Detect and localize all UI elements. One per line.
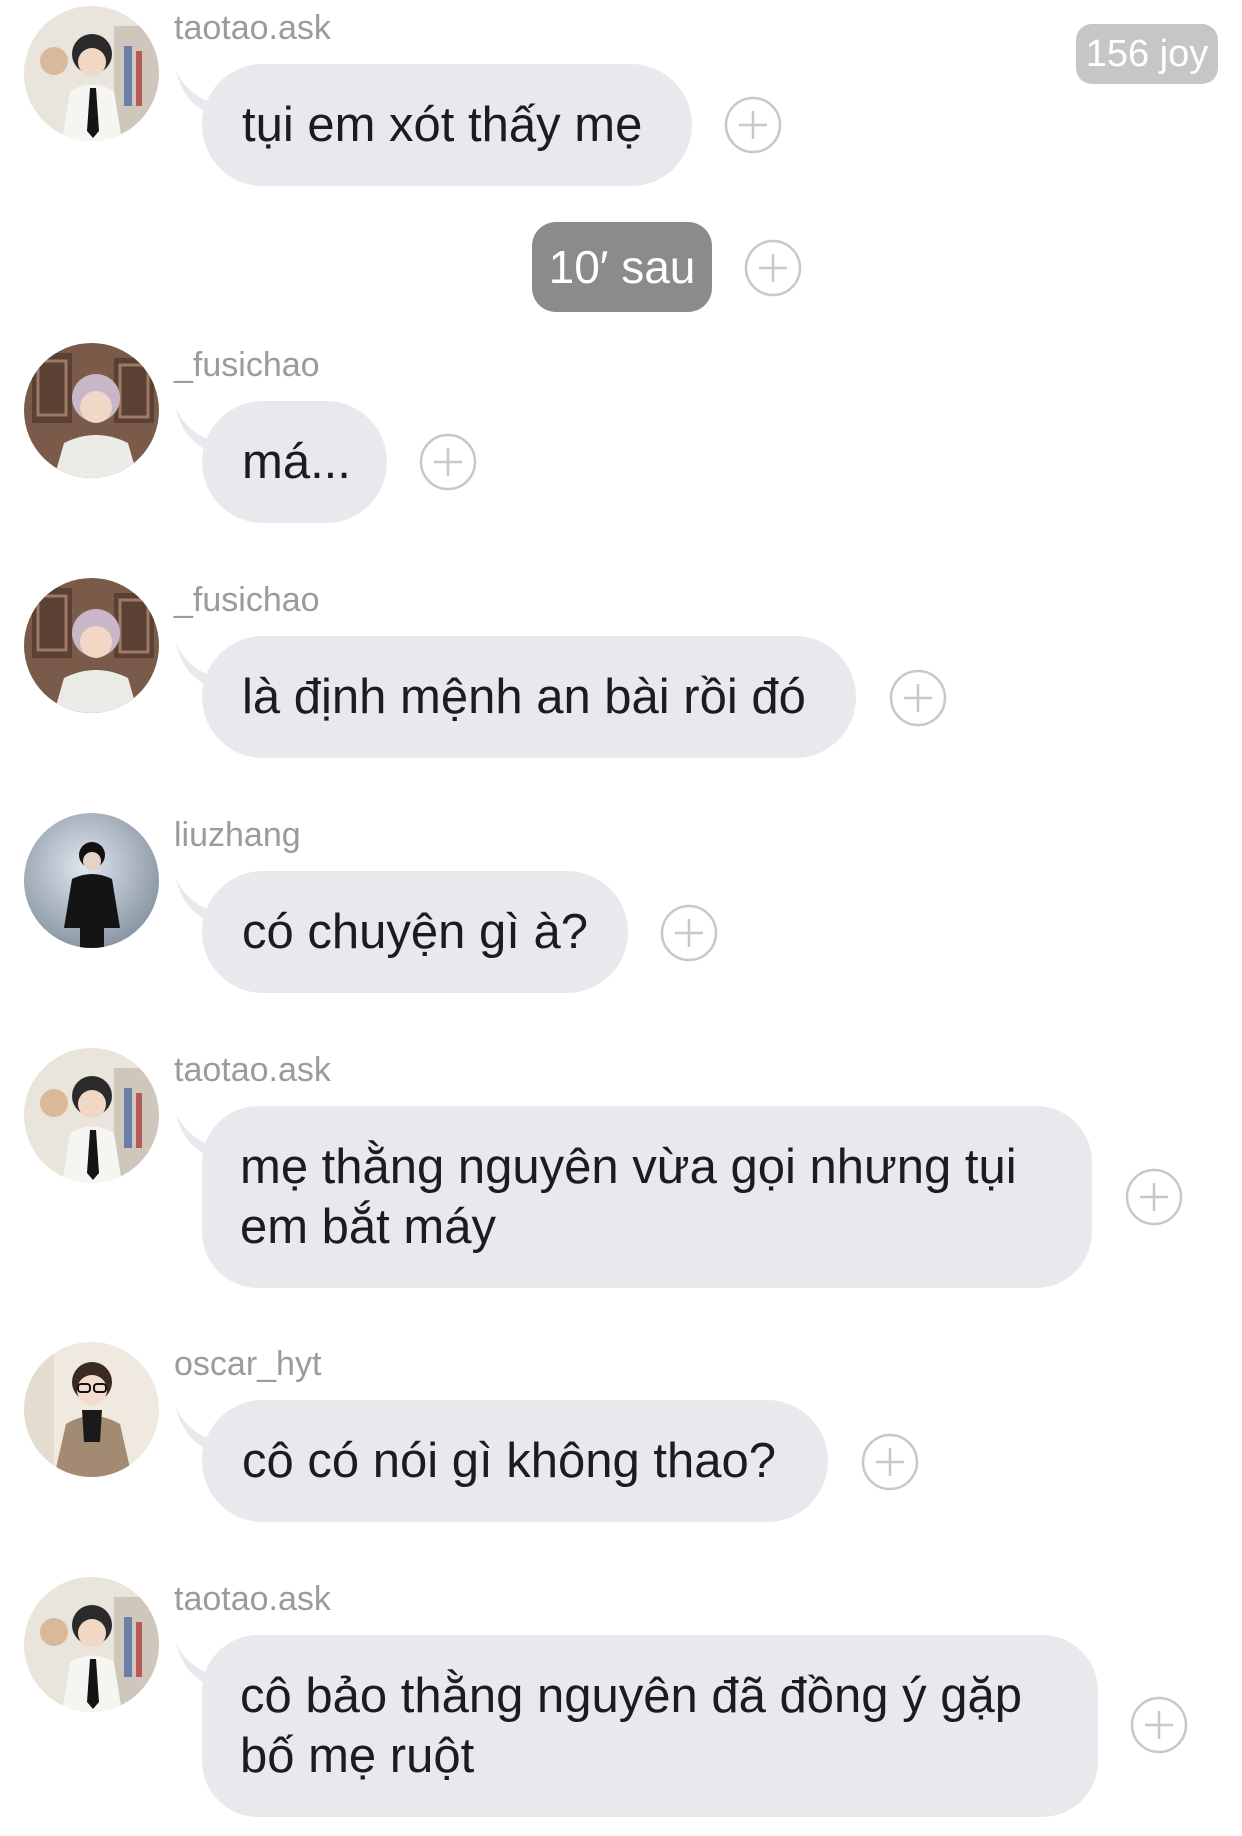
plus-circle-icon[interactable] <box>1124 1167 1184 1227</box>
message-username: taotao.ask <box>174 1051 331 1089</box>
plus-circle-icon[interactable] <box>418 432 478 492</box>
plus-circle-icon[interactable] <box>743 238 803 298</box>
message-username: _fusichao <box>174 581 320 619</box>
time-separator: 10′ sau <box>532 222 712 312</box>
avatar[interactable] <box>24 343 159 478</box>
message-username: _fusichao <box>174 346 320 384</box>
message-username: taotao.ask <box>174 1580 331 1618</box>
plus-circle-icon[interactable] <box>888 668 948 728</box>
avatar[interactable] <box>24 6 159 141</box>
avatar[interactable] <box>24 1048 159 1183</box>
avatar[interactable] <box>24 813 159 948</box>
plus-circle-icon[interactable] <box>860 1432 920 1492</box>
message-bubble[interactable]: cô có nói gì không thao? <box>202 1400 828 1522</box>
message-bubble[interactable]: là định mệnh an bài rồi đó <box>202 636 856 758</box>
plus-circle-icon[interactable] <box>1129 1695 1189 1755</box>
avatar[interactable] <box>24 578 159 713</box>
plus-circle-icon[interactable] <box>659 903 719 963</box>
message-text: má... <box>242 435 351 489</box>
message-text: tụi em xót thấy mẹ <box>242 98 643 152</box>
message-bubble[interactable]: má... <box>202 401 387 523</box>
avatar[interactable] <box>24 1342 159 1477</box>
message-text: cô bảo thằng nguyên đã đồng ý gặp bố mẹ … <box>240 1669 1022 1783</box>
message-text: có chuyện gì à? <box>242 905 588 959</box>
message-text: mẹ thằng nguyên vừa gọi nhưng tụi em bắt… <box>240 1140 1017 1254</box>
message-username: taotao.ask <box>174 9 331 47</box>
message-bubble[interactable]: mẹ thằng nguyên vừa gọi nhưng tụi em bắt… <box>202 1106 1092 1288</box>
avatar[interactable] <box>24 1577 159 1712</box>
message-username: oscar_hyt <box>174 1345 322 1383</box>
message-bubble[interactable]: cô bảo thằng nguyên đã đồng ý gặp bố mẹ … <box>202 1635 1098 1817</box>
message-text: cô có nói gì không thao? <box>242 1434 776 1488</box>
plus-circle-icon[interactable] <box>723 95 783 155</box>
message-bubble[interactable]: tụi em xót thấy mẹ <box>202 64 692 186</box>
message-bubble[interactable]: có chuyện gì à? <box>202 871 628 993</box>
joy-count-badge: 156 joy <box>1076 24 1218 84</box>
message-text: là định mệnh an bài rồi đó <box>242 670 806 724</box>
message-username: liuzhang <box>174 816 301 854</box>
